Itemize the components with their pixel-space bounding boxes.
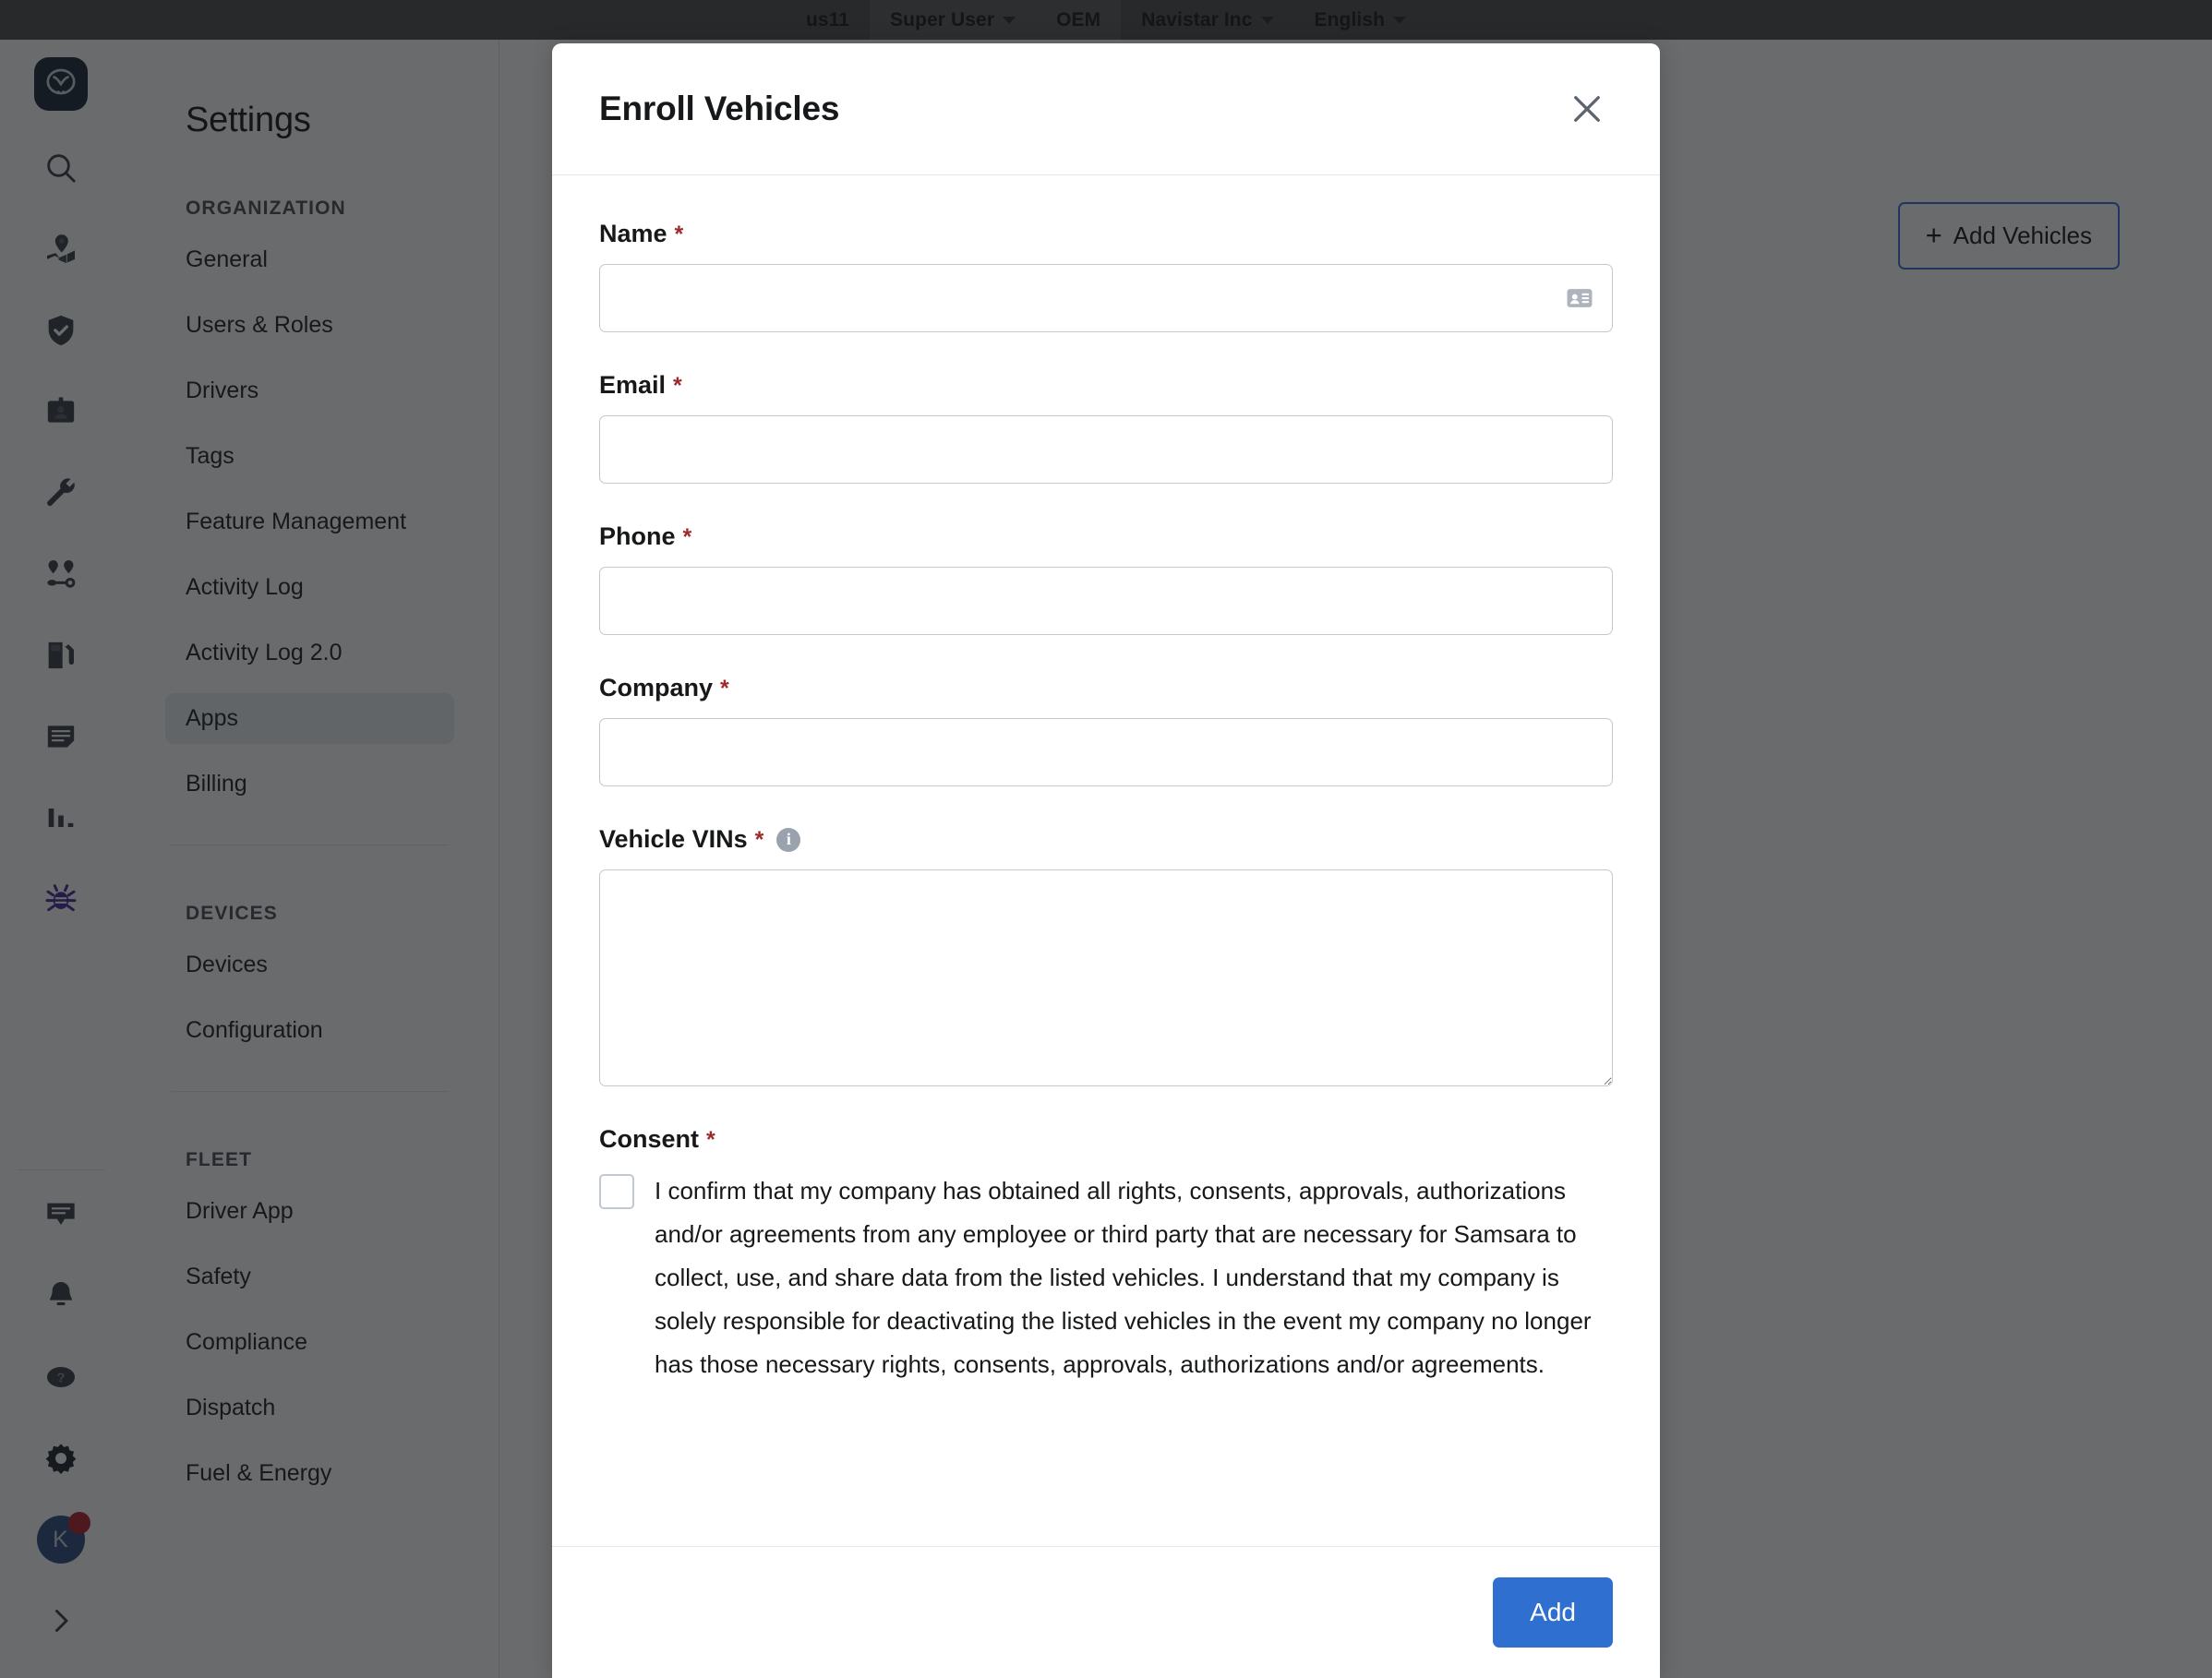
- required-marker: *: [682, 524, 692, 550]
- info-icon[interactable]: i: [776, 827, 801, 852]
- enroll-vehicles-dialog: Enroll Vehicles Name * Email * Phone * C…: [552, 43, 1660, 1678]
- email-input[interactable]: [599, 415, 1613, 484]
- field-name: Name *: [599, 220, 1613, 332]
- close-icon[interactable]: [1561, 83, 1613, 135]
- required-marker: *: [706, 1127, 715, 1153]
- label-text: Email: [599, 371, 667, 399]
- dialog-header: Enroll Vehicles: [552, 43, 1660, 175]
- dialog-footer: Add: [552, 1546, 1660, 1678]
- field-label-vehicle-vins: Vehicle VINs * i: [599, 825, 1613, 854]
- required-marker: *: [673, 373, 682, 399]
- field-label-company: Company *: [599, 674, 1613, 702]
- required-marker: *: [720, 676, 729, 701]
- field-label-consent: Consent *: [599, 1125, 1613, 1154]
- field-phone: Phone *: [599, 522, 1613, 635]
- label-text: Phone: [599, 522, 676, 550]
- field-company: Company *: [599, 674, 1613, 786]
- field-email: Email *: [599, 371, 1613, 484]
- name-input[interactable]: [599, 264, 1613, 332]
- field-vehicle-vins: Vehicle VINs * i: [599, 825, 1613, 1086]
- label-text: Consent: [599, 1125, 699, 1153]
- field-label-email: Email *: [599, 371, 1613, 400]
- consent-text: I confirm that my company has obtained a…: [655, 1177, 1592, 1379]
- phone-input[interactable]: [599, 567, 1613, 635]
- dialog-title: Enroll Vehicles: [599, 90, 840, 127]
- dialog-body: Name * Email * Phone * Company * Vehicle…: [552, 175, 1660, 1546]
- label-text: Name: [599, 220, 667, 247]
- add-button[interactable]: Add: [1493, 1577, 1613, 1648]
- field-label-name: Name *: [599, 220, 1613, 248]
- company-input[interactable]: [599, 718, 1613, 786]
- field-consent: Consent * I confirm that my company has …: [599, 1125, 1613, 1386]
- consent-checkbox[interactable]: [599, 1174, 634, 1209]
- label-text: Company: [599, 674, 714, 701]
- field-label-phone: Phone *: [599, 522, 1613, 551]
- required-marker: *: [754, 827, 764, 853]
- vehicle-vins-textarea[interactable]: [599, 869, 1613, 1086]
- contact-card-icon[interactable]: [1564, 282, 1595, 314]
- required-marker: *: [674, 222, 684, 247]
- label-text: Vehicle VINs: [599, 825, 748, 853]
